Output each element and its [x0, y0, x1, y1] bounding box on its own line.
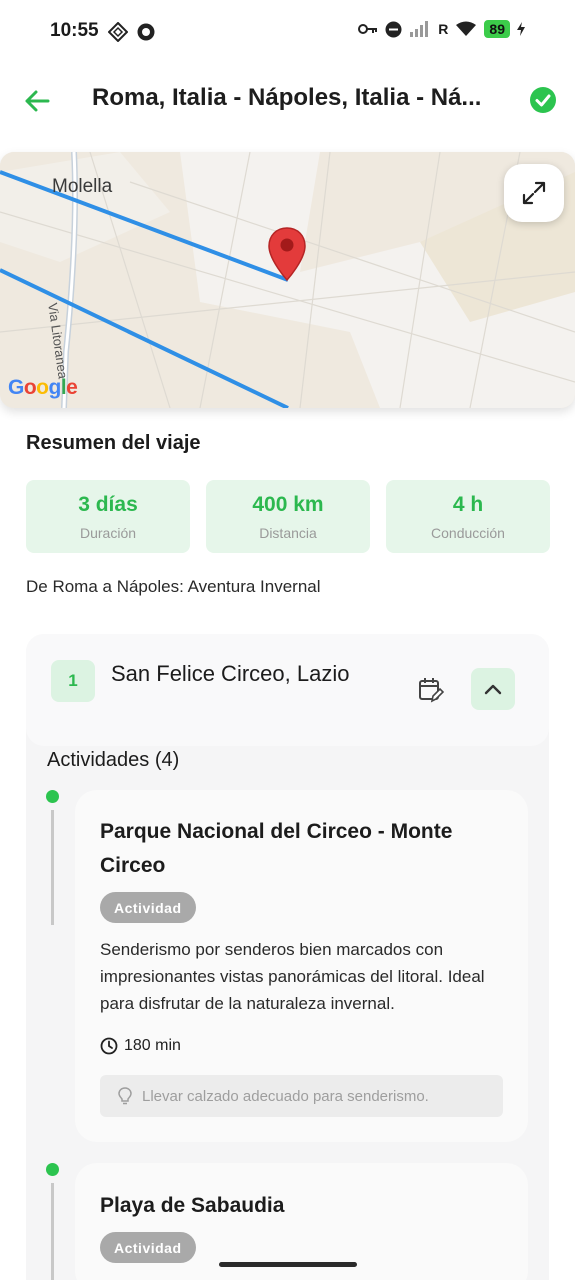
activity-tip: Llevar calzado adecuado para senderismo. [100, 1075, 503, 1117]
day-number-badge: 1 [51, 660, 95, 702]
trip-stats: 3 días Duración 400 km Distancia 4 h Con… [26, 480, 550, 553]
timeline-dot [46, 1163, 59, 1176]
chevron-up-icon [484, 684, 502, 695]
activity-card[interactable]: Parque Nacional del Circeo - Monte Circe… [75, 790, 528, 1142]
tip-text: Llevar calzado adecuado para senderismo. [142, 1087, 429, 1105]
day-location: San Felice Circeo, Lazio [111, 661, 350, 686]
app-bar: Roma, Italia - Nápoles, Italia - Ná... [0, 64, 575, 140]
confirm-check-icon[interactable] [529, 86, 557, 114]
back-arrow-icon[interactable] [22, 86, 52, 116]
location-pin-icon[interactable] [267, 226, 307, 282]
diamond-icon [108, 22, 128, 42]
activity-title: Playa de Sabaudia [100, 1194, 285, 1217]
activity-type-chip: Actividad [100, 892, 196, 923]
roaming-indicator: R [438, 21, 449, 37]
trip-description: De Roma a Nápoles: Aventura Invernal [26, 577, 321, 596]
status-time: 10:55 [50, 20, 99, 41]
activities-title: Actividades (4) [47, 749, 180, 771]
calendar-edit-icon[interactable] [418, 677, 444, 703]
home-indicator[interactable] [219, 1262, 357, 1267]
google-logo: Google [8, 376, 78, 399]
battery-indicator: 89 [484, 20, 510, 38]
signal-icon [410, 21, 429, 37]
collapse-day-button[interactable] [471, 668, 515, 710]
clock-icon [100, 1037, 118, 1055]
activity-duration: 180 min [100, 1037, 181, 1055]
activity-type-chip: Actividad [100, 1232, 196, 1263]
activity-title: Parque Nacional del Circeo - Monte Circe… [100, 820, 453, 877]
stat-driving: 4 h Conducción [386, 480, 550, 553]
timeline-line [51, 810, 54, 925]
stat-duration: 3 días Duración [26, 480, 190, 553]
activity-description: Senderismo por senderos bien marcados co… [100, 940, 485, 1013]
summary-title: Resumen del viaje [26, 432, 201, 454]
expand-icon [522, 181, 546, 205]
day-header[interactable]: 1 San Felice Circeo, Lazio [26, 634, 549, 746]
dnd-icon [385, 21, 402, 37]
status-bar: 10:55 R 89 [0, 0, 575, 64]
charging-icon [517, 22, 525, 36]
key-icon [358, 24, 378, 34]
map-place-label: Molella [52, 176, 113, 197]
expand-map-button[interactable] [504, 164, 564, 222]
wifi-icon [456, 21, 477, 36]
lightbulb-icon [118, 1087, 132, 1105]
page-title: Roma, Italia - Nápoles, Italia - Ná... [92, 84, 482, 111]
timeline-dot [46, 790, 59, 803]
app-notification-icon [137, 23, 155, 41]
timeline-line [51, 1183, 54, 1280]
route-map[interactable]: Molella Via Litoranea Google [0, 152, 575, 408]
duration-text: 180 min [124, 1037, 181, 1054]
stat-distance: 400 km Distancia [206, 480, 370, 553]
